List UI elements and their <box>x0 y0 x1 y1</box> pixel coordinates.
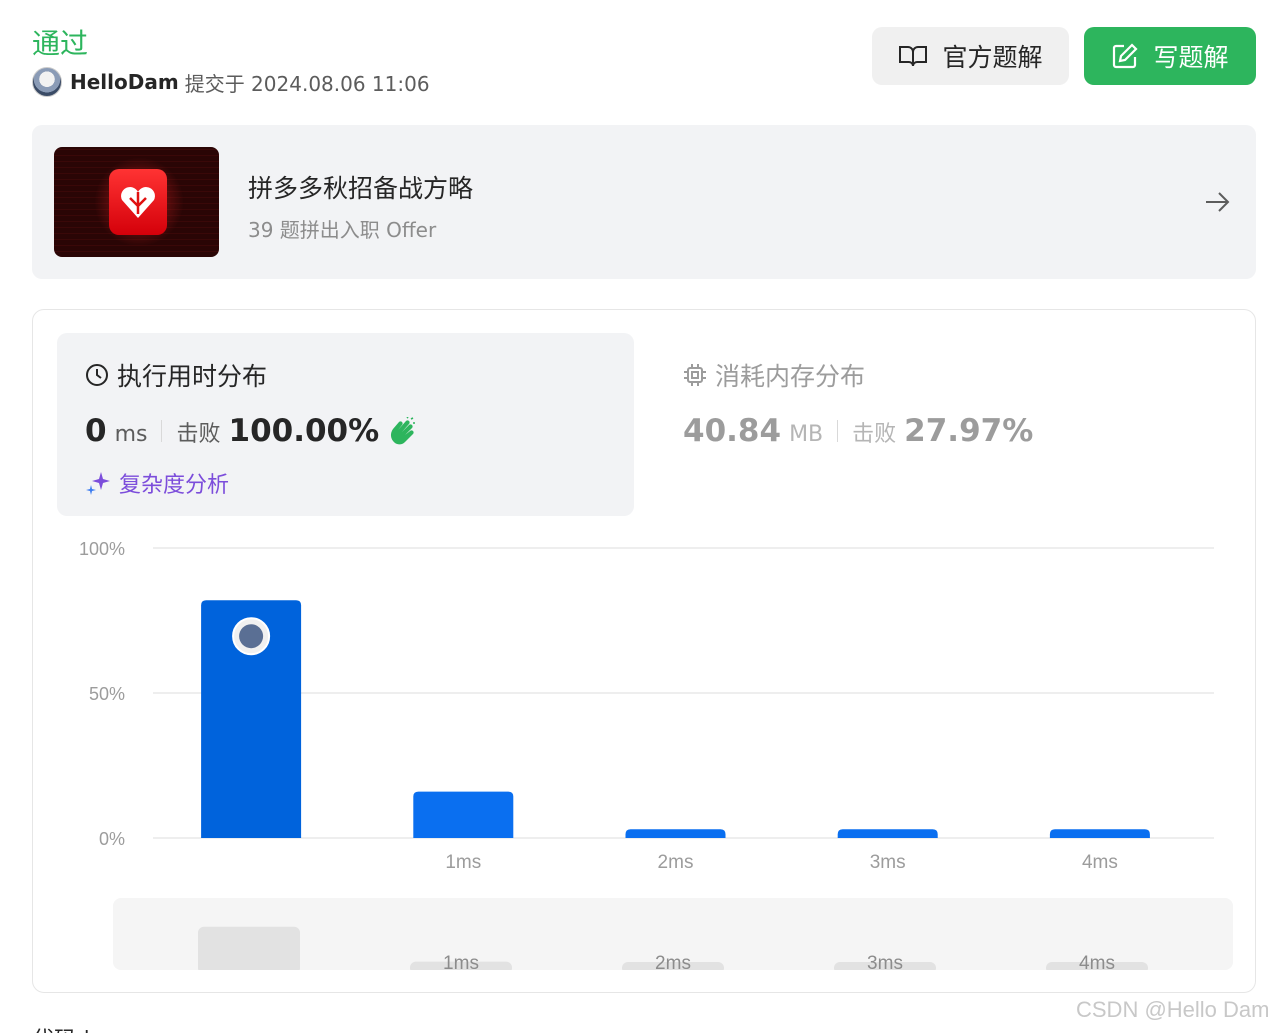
code-section-heading: 代码 | <box>32 1022 90 1033</box>
x-tick-label: 2ms <box>658 852 694 873</box>
stats-card: 执行用时分布 0 ms 击败 100.00% 复杂度分析 消耗内存分布 40.8… <box>32 309 1256 993</box>
arrow-right-icon[interactable] <box>1202 187 1232 217</box>
write-solution-button[interactable]: 写题解 <box>1084 27 1256 85</box>
overview-tick-label: 2ms <box>655 953 691 970</box>
edit-icon <box>1113 43 1139 69</box>
bar[interactable] <box>625 829 726 838</box>
overview-chart[interactable]: 1ms 2ms 3ms 4ms <box>113 898 1233 970</box>
y-tick-label: 50% <box>89 684 125 704</box>
x-tick-label: 3ms <box>870 852 906 873</box>
promo-subtitle: 39 题拼出入职 Offer <box>248 218 437 242</box>
x-tick-label: 1ms <box>445 852 481 873</box>
pinduoduo-logo-icon <box>109 169 167 235</box>
runtime-distribution-chart[interactable]: 0% 50% 100% 1ms 2ms 3ms 4ms <box>33 310 1255 890</box>
bar[interactable] <box>413 791 514 838</box>
chart-overview-scrollbar[interactable]: 1ms 2ms 3ms 4ms <box>113 898 1233 970</box>
official-solution-button[interactable]: 官方题解 <box>872 27 1069 85</box>
book-open-icon <box>899 46 928 67</box>
user-avatar-marker-inner <box>239 624 264 649</box>
promo-thumbnail <box>54 147 219 257</box>
watermark: CSDN @Hello Dam <box>1076 997 1270 1022</box>
submitted-time: 提交于 2024.08.06 11:06 <box>184 71 430 96</box>
overview-tick-label: 4ms <box>1079 953 1115 970</box>
user-avatar[interactable] <box>32 67 62 97</box>
write-solution-label: 写题解 <box>1153 43 1229 72</box>
submission-meta: HelloDam 提交于 2024.08.06 11:06 <box>32 66 430 98</box>
y-tick-label: 100% <box>79 539 125 559</box>
overview-tick-label: 1ms <box>443 953 479 970</box>
bar[interactable] <box>1049 829 1150 838</box>
overview-bar <box>198 926 300 970</box>
y-tick-label: 0% <box>99 829 125 849</box>
promo-banner[interactable]: 拼多多秋招备战方略 39 题拼出入职 Offer <box>32 125 1256 279</box>
username[interactable]: HelloDam <box>70 70 179 94</box>
official-solution-label: 官方题解 <box>942 43 1043 72</box>
submission-status: 通过 <box>32 27 89 60</box>
x-tick-label: 4ms <box>1082 852 1118 873</box>
overview-tick-label: 3ms <box>867 953 903 970</box>
bar[interactable] <box>837 829 938 838</box>
promo-title: 拼多多秋招备战方略 <box>248 174 474 203</box>
